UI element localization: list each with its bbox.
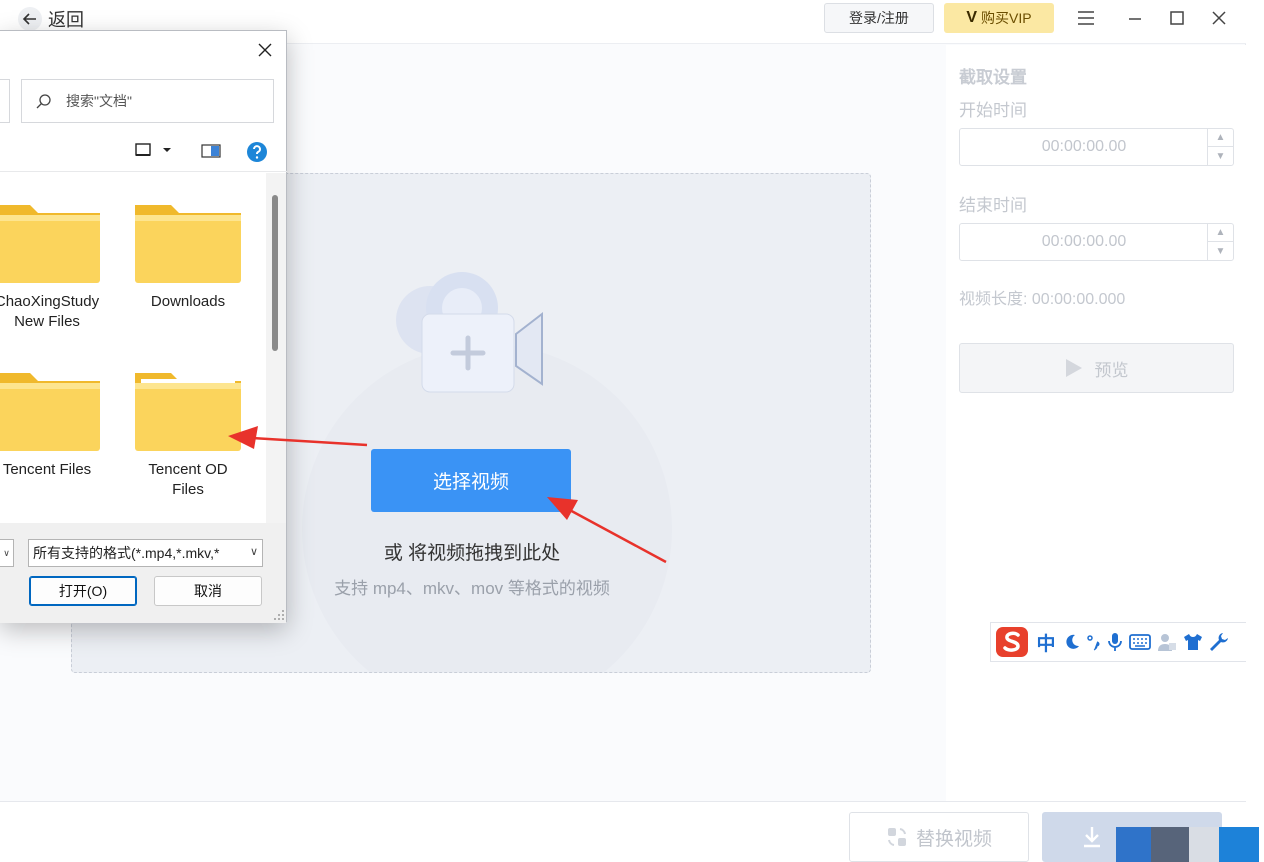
bottom-bar: 替换视频	[0, 801, 1246, 862]
moon-icon[interactable]	[1063, 633, 1081, 651]
preview-button[interactable]: 预览	[959, 343, 1234, 393]
dialog-footer: ∨ 所有支持的格式(*.mp4,*.mkv,* ∨ 打开(O) 取消	[0, 523, 286, 623]
settings-title: 截取设置	[959, 68, 1027, 87]
file-type-select[interactable]: 所有支持的格式(*.mp4,*.mkv,* ∨	[28, 539, 263, 567]
back-arrow-icon	[18, 7, 42, 31]
cancel-button[interactable]: 取消	[154, 576, 262, 606]
ime-chinese-mode[interactable]: 中	[1035, 629, 1057, 656]
dialog-close-icon[interactable]	[254, 39, 276, 61]
menu-icon[interactable]	[1074, 6, 1098, 30]
folder-icon	[135, 205, 241, 283]
add-video-camera-icon	[396, 272, 543, 393]
wrench-icon[interactable]	[1209, 632, 1229, 652]
search-icon	[36, 94, 51, 109]
back-button[interactable]: 返回	[18, 6, 84, 32]
folder-tencent-files[interactable]: Tencent Files	[0, 367, 107, 480]
chevron-up-icon[interactable]: ▲	[1208, 224, 1233, 242]
sogou-logo-icon[interactable]	[995, 626, 1029, 658]
file-list-scrollbar[interactable]	[266, 173, 286, 523]
resize-grip-icon[interactable]	[271, 607, 285, 621]
end-time-input[interactable]: 00:00:00.00 ▲ ▼	[959, 223, 1234, 261]
play-icon	[1065, 359, 1082, 377]
chevron-down-icon[interactable]: ▼	[1208, 147, 1233, 165]
folder-name: ChaoXingStudy New Files	[0, 293, 100, 330]
preview-label: 预览	[1094, 360, 1129, 380]
file-open-dialog: 搜索"文档" ChaoXingStudy New Files Downloads…	[0, 30, 287, 623]
dialog-toolbar	[0, 134, 287, 172]
minimize-icon[interactable]	[1123, 6, 1147, 30]
address-bar[interactable]	[0, 79, 10, 123]
close-icon[interactable]	[1207, 6, 1231, 30]
end-time-stepper[interactable]: ▲ ▼	[1207, 224, 1233, 260]
buy-vip-button[interactable]: V 购买VIP	[944, 3, 1054, 33]
replace-video-button[interactable]: 替换视频	[849, 812, 1029, 862]
scrollbar-thumb[interactable]	[272, 195, 278, 351]
replace-video-label: 替换视频	[915, 828, 992, 850]
back-label: 返回	[48, 10, 84, 30]
chevron-down-icon[interactable]: ▼	[1208, 242, 1233, 260]
help-icon[interactable]	[246, 141, 268, 163]
download-icon	[1084, 827, 1100, 848]
replace-icon	[887, 828, 906, 846]
filename-dropdown-icon[interactable]: ∨	[0, 539, 14, 567]
vip-label: 购买VIP	[981, 10, 1032, 26]
folder-name: Tencent Files	[2, 461, 92, 478]
folder-chaoxingstudy[interactable]: ChaoXingStudy New Files	[0, 199, 107, 332]
chevron-up-icon[interactable]: ▲	[1208, 129, 1233, 147]
folder-icon	[0, 205, 100, 283]
open-button[interactable]: 打开(O)	[29, 576, 137, 606]
video-duration-text: 视频长度: 00:00:00.000	[959, 291, 1126, 308]
folder-name: Tencent OD Files	[148, 461, 228, 498]
shirt-icon[interactable]	[1183, 633, 1203, 651]
folder-icon	[135, 373, 241, 451]
maximize-icon[interactable]	[1165, 6, 1189, 30]
view-dropdown-icon[interactable]	[162, 146, 172, 154]
obscured-region	[1116, 827, 1259, 862]
file-list: ChaoXingStudy New Files Downloads Tencent…	[0, 173, 266, 523]
ime-toolbar[interactable]: 中	[990, 622, 1246, 662]
view-mode-icon[interactable]	[135, 143, 151, 157]
chevron-down-icon: ∨	[249, 545, 258, 558]
vip-logo-icon: V	[966, 9, 978, 26]
end-time-value[interactable]: 00:00:00.00	[960, 224, 1208, 260]
file-type-value: 所有支持的格式(*.mp4,*.mkv,*	[33, 545, 220, 561]
search-placeholder: 搜索"文档"	[66, 93, 132, 109]
start-time-label: 开始时间	[959, 101, 1027, 120]
mic-icon[interactable]	[1107, 632, 1123, 652]
select-video-button[interactable]: 选择视频	[371, 449, 571, 512]
start-time-stepper[interactable]: ▲ ▼	[1207, 129, 1233, 165]
folder-tencent-od-files[interactable]: Tencent OD Files	[128, 367, 248, 500]
folder-icon	[0, 373, 100, 451]
start-time-value[interactable]: 00:00:00.00	[960, 129, 1208, 165]
folder-name: Downloads	[150, 293, 226, 310]
settings-panel: 截取设置 开始时间 00:00:00.00 ▲ ▼ 结束时间 00:00:00.…	[946, 45, 1246, 801]
login-register-button[interactable]: 登录/注册	[824, 3, 934, 33]
user-icon[interactable]	[1157, 632, 1177, 652]
keyboard-icon[interactable]	[1129, 634, 1151, 650]
search-box[interactable]: 搜索"文档"	[21, 79, 274, 123]
preview-pane-icon[interactable]	[201, 143, 221, 159]
end-time-label: 结束时间	[959, 196, 1027, 215]
punctuation-icon[interactable]	[1087, 633, 1101, 651]
start-time-input[interactable]: 00:00:00.00 ▲ ▼	[959, 128, 1234, 166]
folder-downloads[interactable]: Downloads	[128, 199, 248, 312]
